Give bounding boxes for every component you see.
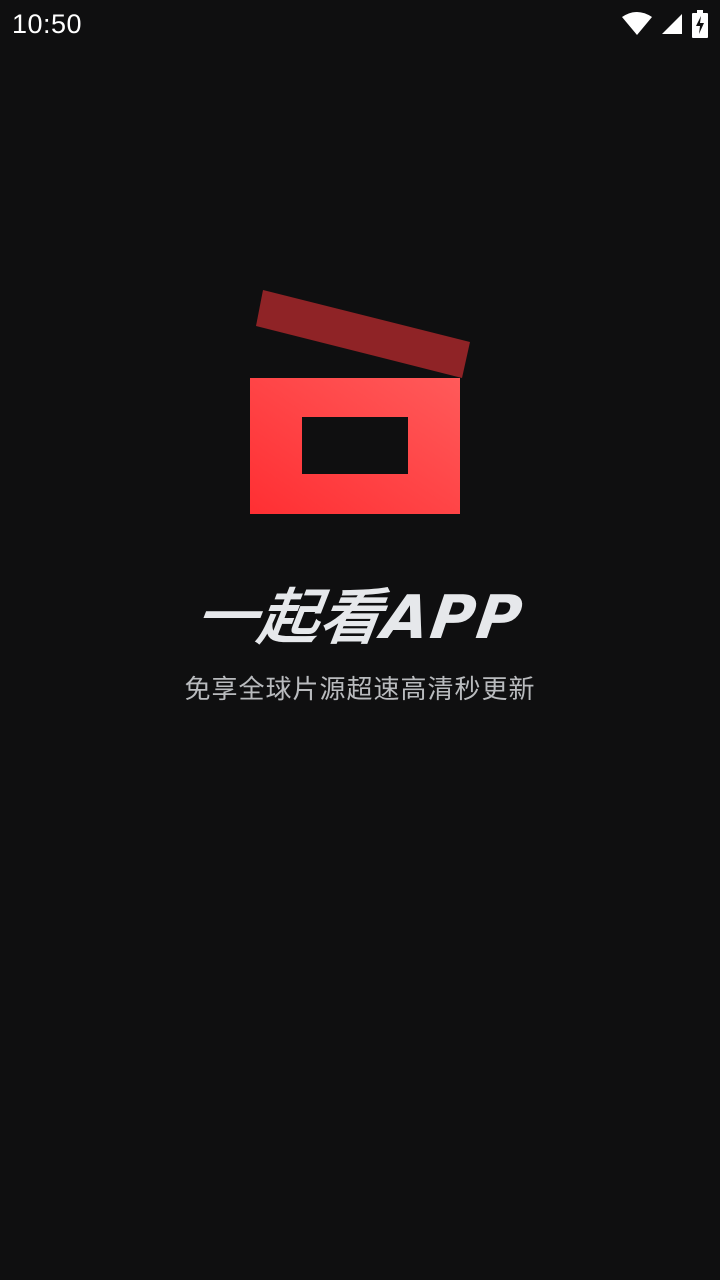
app-logo — [248, 288, 472, 516]
logo-clapper-bar — [256, 290, 470, 378]
logo-screen-frame — [250, 378, 460, 514]
app-title: 一起看APP — [191, 583, 529, 653]
status-time: 10:50 — [12, 9, 83, 39]
status-icons — [622, 10, 708, 38]
battery-charging-icon — [692, 10, 708, 38]
app-slogan: 免享全球片源超速高清秒更新 — [184, 675, 536, 705]
cellular-signal-icon — [660, 12, 684, 36]
status-bar: 10:50 — [0, 0, 720, 48]
wifi-icon — [622, 12, 652, 36]
